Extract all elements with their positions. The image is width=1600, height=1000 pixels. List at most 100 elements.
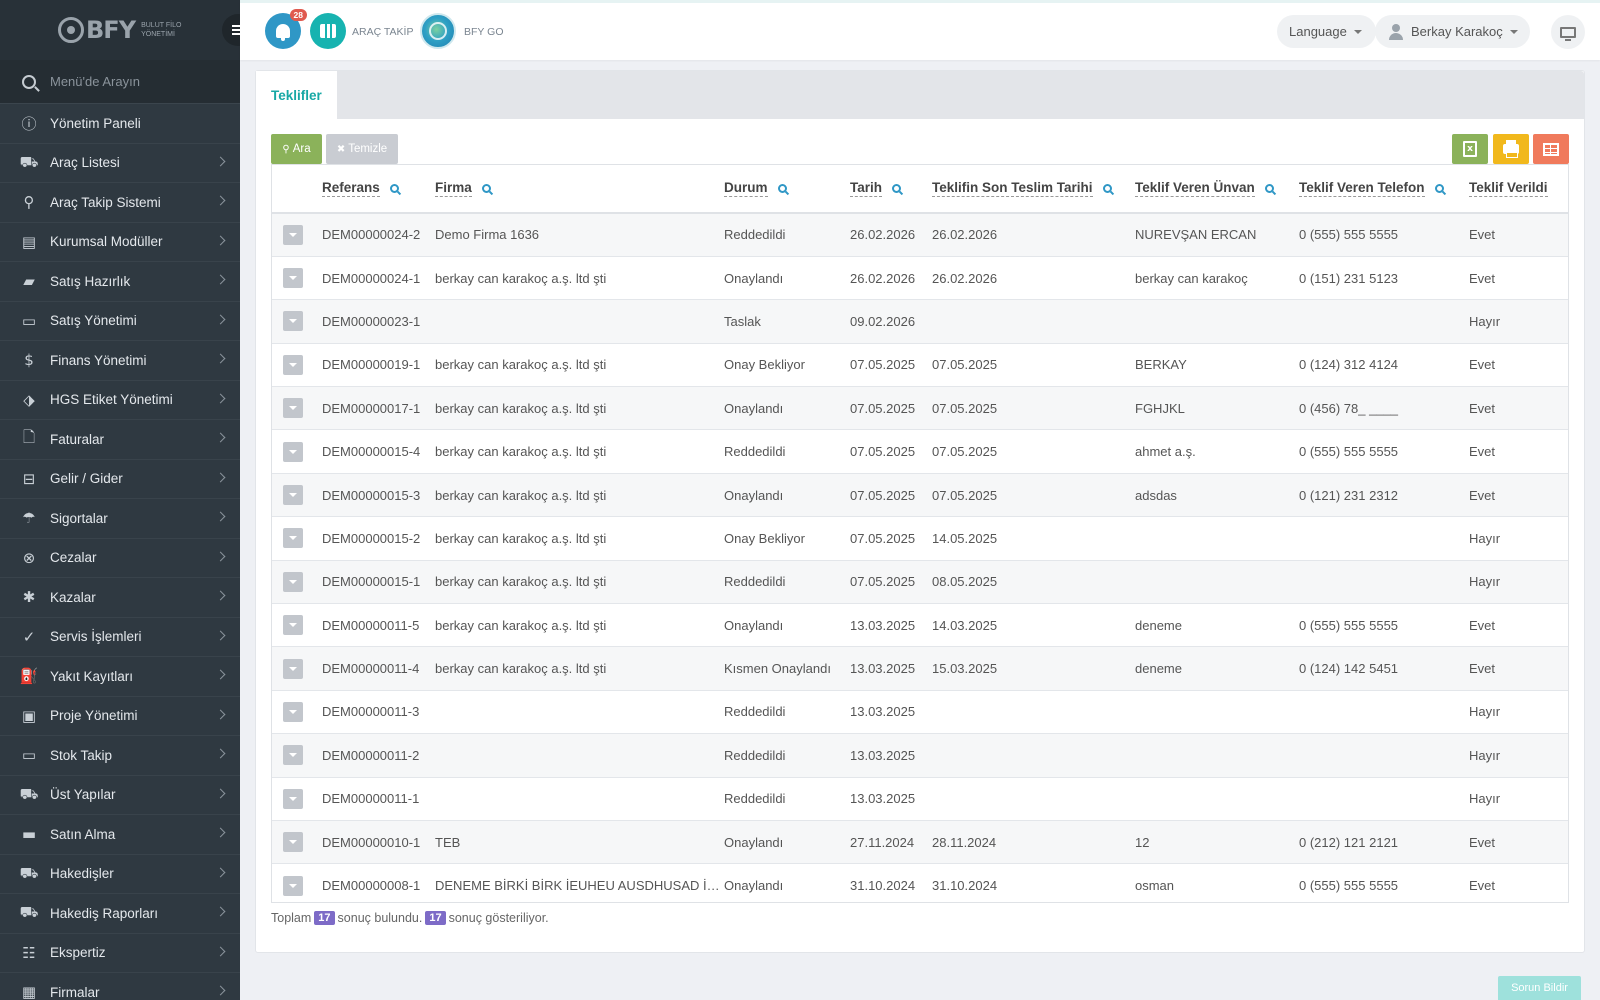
user-menu[interactable]: Berkay Karakoç [1375,15,1530,48]
table-row[interactable]: DEM00000011-3 Reddedildi 13.03.2025 Hayır [272,690,1568,735]
sidebar-item-kazalar[interactable]: ✱ Kazalar [0,578,240,618]
column-header[interactable]: Teklif Veren Ünvan [1135,165,1299,214]
table-row[interactable]: DEM00000017-1 berkay can karakoç a.ş. ltd… [272,386,1568,431]
sidebar-item-yak-t-kay-tlar-[interactable]: ⛽ Yakıt Kayıtları [0,657,240,697]
sidebar-item-y-netim-paneli[interactable]: ⓘ Yönetim Paneli [0,104,240,144]
sidebar-item-sat-y-netimi[interactable]: ▭ Satış Yönetimi [0,302,240,341]
sidebar-item-ara-takip-sistemi[interactable]: ⚲ Araç Takip Sistemi [0,183,240,223]
menu-toggle-button[interactable] [222,14,240,46]
report-issue-button[interactable]: Sorun Bildir [1498,976,1581,1000]
search-button[interactable]: ⚲ Ara [271,134,322,164]
column-header[interactable]: Durum [724,165,850,214]
sidebar-item-stok-takip[interactable]: ▭ Stok Takip [0,736,240,776]
column-header[interactable]: Referans [322,165,435,214]
arac-takip-button[interactable] [310,13,346,49]
table-row[interactable]: DEM00000011-5 berkay can karakoç a.ş. ltd… [272,603,1568,648]
row-expand-button[interactable] [283,615,303,636]
table-row[interactable]: DEM00000023-1 Taslak 09.02.2026 Hayır [272,299,1568,344]
bfy-logo-icon [58,17,84,43]
sidebar-item-sat-n-alma[interactable]: ▬ Satın Alma [0,815,240,855]
row-expand-button[interactable] [283,268,303,289]
sidebar-item-cezalar[interactable]: ⊗ Cezalar [0,539,240,578]
fullscreen-button[interactable] [1551,15,1585,49]
column-header-label[interactable]: Teklif Veren Ünvan [1135,180,1255,197]
row-expand-button[interactable] [283,571,303,592]
column-search-icon[interactable] [481,183,491,193]
column-header[interactable]: Tarih [850,165,932,214]
column-header[interactable]: Firma [435,165,724,214]
sidebar-item-hakedi-raporlar-[interactable]: ⛟ Hakediş Raporları [0,894,240,934]
column-search-icon[interactable] [1434,183,1444,193]
table-row[interactable]: DEM00000024-2 Demo Firma 1636 Reddedildi 26… [272,213,1568,257]
row-expand-button[interactable] [283,745,303,766]
table-row[interactable]: DEM00000011-4 berkay can karakoç a.ş. ltd… [272,646,1568,691]
menu-search-input[interactable] [50,74,220,89]
sidebar-item-gelir-gider[interactable]: ⊟ Gelir / Gider [0,460,240,499]
column-header-label[interactable]: Teklif Verildi [1469,180,1548,197]
sidebar-item-hakedi-ler[interactable]: ⛟ Hakedişler [0,855,240,894]
table-row[interactable]: DEM00000008-1 DENEME BİRKİ BİRK İEUHEU AU… [272,863,1568,902]
row-expand-button[interactable] [283,658,303,679]
column-header-label[interactable]: Durum [724,180,768,197]
table-cell [1135,299,1299,344]
column-search-icon[interactable] [777,183,787,193]
row-expand-button[interactable] [283,311,303,332]
sidebar-item-finans-y-netimi[interactable]: $ Finans Yönetimi [0,341,240,381]
column-header-label[interactable]: Teklifin Son Teslim Tarihi [932,180,1093,197]
column-header[interactable]: Teklifin Son Teslim Tarihi [932,165,1135,214]
notifications-button[interactable]: 28 [265,9,307,49]
row-expand-button[interactable] [283,528,303,549]
column-header-label[interactable]: Referans [322,180,380,197]
row-expand-button[interactable] [283,441,303,462]
row-expand-button[interactable] [283,832,303,853]
sidebar-item-sat-haz-rl-k[interactable]: ▰ Satış Hazırlık [0,262,240,302]
list-icon: ☷ [22,943,36,962]
arac-takip-link[interactable]: ARAÇ TAKİP [352,26,413,38]
table-row[interactable]: DEM00000011-2 Reddedildi 13.03.2025 Hayır [272,733,1568,778]
row-expand-button[interactable] [283,224,303,245]
column-search-icon[interactable] [1102,183,1112,193]
sidebar-item-hgs-etiket-y-netimi[interactable]: ⬗ HGS Etiket Yönetimi [0,381,240,420]
table-row[interactable]: DEM00000010-1 TEB Onaylandı 27.11.2024 28.11… [272,820,1568,865]
columns-button[interactable] [1533,134,1569,164]
export-excel-button[interactable]: x [1452,134,1488,164]
sidebar-item-sigortalar[interactable]: ☂ Sigortalar [0,499,240,539]
tab-teklifler[interactable]: Teklifler [256,71,337,119]
column-header-label[interactable]: Teklif Veren Telefon [1299,180,1425,197]
column-search-icon[interactable] [1264,183,1274,193]
row-expand-button[interactable] [283,701,303,722]
brand-logo[interactable]: BFY BULUT FİLO YÖNETİMİ [0,0,240,60]
sidebar-item--st-yap-lar[interactable]: ⛟ Üst Yapılar [0,776,240,815]
column-search-icon[interactable] [892,183,902,193]
row-expand-button[interactable] [283,398,303,419]
sidebar-item-firmalar[interactable]: ▦ Firmalar [0,973,240,1000]
table-row[interactable]: DEM00000015-3 berkay can karakoç a.ş. ltd… [272,473,1568,518]
sidebar-item-ekspertiz[interactable]: ☷ Ekspertiz [0,934,240,973]
clear-button[interactable]: ✖ Temizle [326,134,398,164]
bfy-go-button[interactable] [420,13,456,49]
language-dropdown[interactable]: Language [1277,15,1376,48]
sidebar-item-servis-i-lemleri[interactable]: ✓ Servis İşlemleri [0,618,240,657]
table-row[interactable]: DEM00000015-2 berkay can karakoç a.ş. ltd… [272,516,1568,561]
column-search-icon[interactable] [389,183,399,193]
table-row[interactable]: DEM00000015-4 berkay can karakoç a.ş. ltd… [272,429,1568,474]
table-row[interactable]: DEM00000015-1 berkay can karakoç a.ş. ltd… [272,560,1568,605]
column-header-label[interactable]: Tarih [850,180,883,197]
sidebar-item-label: Ekspertiz [50,945,106,961]
column-header[interactable]: Teklif Verildi [1469,165,1568,214]
bfy-go-link[interactable]: BFY GO [464,26,503,38]
row-expand-button[interactable] [283,485,303,506]
sidebar-item-ara-listesi[interactable]: ⛟ Araç Listesi [0,144,240,183]
table-row[interactable]: DEM00000011-1 Reddedildi 13.03.2025 Hayır [272,777,1568,821]
column-header-label[interactable]: Firma [435,180,472,197]
sidebar-item-kurumsal-mod-ller[interactable]: ▤ Kurumsal Modüller [0,223,240,262]
column-header[interactable]: Teklif Veren Telefon [1299,165,1469,214]
row-expand-button[interactable] [283,788,303,809]
table-row[interactable]: DEM00000024-1 berkay can karakoç a.ş. ltd… [272,256,1568,301]
print-button[interactable] [1493,134,1529,164]
sidebar-item-proje-y-netimi[interactable]: ▣ Proje Yönetimi [0,697,240,736]
row-expand-button[interactable] [283,354,303,375]
sidebar-item-faturalar[interactable]: 🗋 Faturalar [0,420,240,460]
table-row[interactable]: DEM00000019-1 berkay can karakoç a.ş. ltd… [272,343,1568,388]
row-expand-button[interactable] [283,875,303,896]
